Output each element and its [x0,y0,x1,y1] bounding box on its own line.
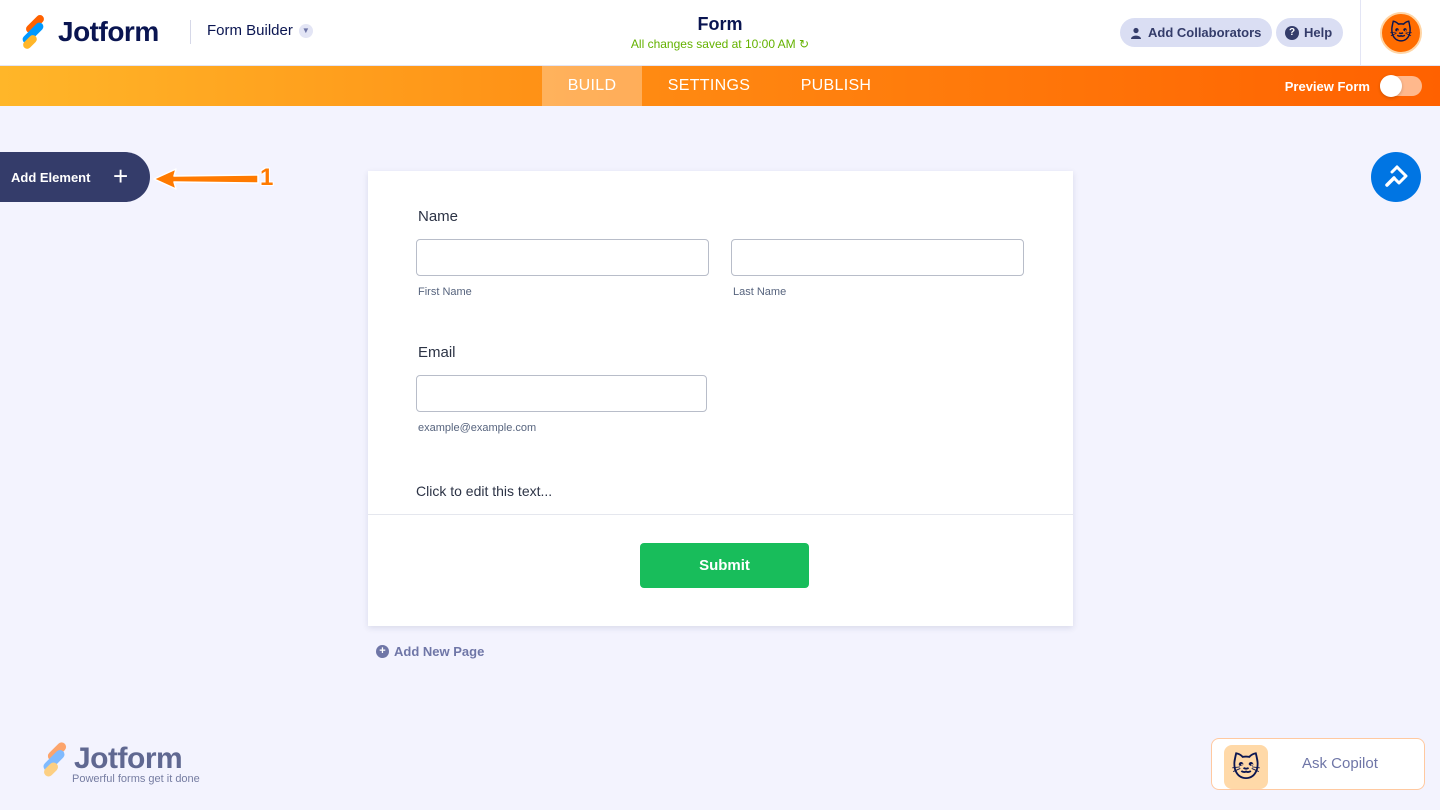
add-new-page-label: Add New Page [394,644,485,659]
add-collaborators-button[interactable]: Add Collaborators [1120,18,1273,47]
add-new-page-button[interactable]: + Add New Page [376,644,484,659]
jotform-logo-icon [18,13,48,51]
tab-publish[interactable]: PUBLISH [776,66,896,106]
copilot-cat-icon: 🐱 [1224,745,1268,789]
preview-form-label: Preview Form [1284,78,1370,94]
add-element-button[interactable]: Add Element + [0,152,150,202]
tab-settings[interactable]: SETTINGS [642,66,776,106]
ask-copilot-button[interactable]: 🐱 Ask Copilot [1211,738,1425,790]
jotform-logo-icon [38,740,70,779]
text-block[interactable]: Click to edit this text... [416,483,552,499]
header-separator [1360,0,1361,66]
question-icon: ? [1285,25,1299,40]
name-field-label[interactable]: Name [418,208,458,225]
annotation-arrow-icon [153,168,259,190]
first-name-input[interactable] [416,239,709,276]
form-designer-button[interactable] [1371,152,1421,202]
first-name-sublabel: First Name [418,286,472,298]
chevron-down-icon: ▼ [298,23,313,38]
preview-form-toggle[interactable] [1380,75,1422,97]
form-builder-dropdown[interactable]: Form Builder ▼ [207,22,313,39]
submit-button[interactable]: Submit [640,543,809,588]
refresh-icon: ↻ [799,37,810,51]
email-input[interactable] [416,375,707,412]
user-icon [1129,26,1143,40]
save-status-text: All changes saved at 10:00 AM [630,37,796,51]
help-button[interactable]: ? Help [1276,18,1344,47]
footer-brand: Jotform Powerful forms get it done [38,740,200,785]
last-name-input[interactable] [731,239,1024,276]
plus-icon: + [113,161,129,191]
top-header: Jotform Form Builder ▼ Form All changes … [0,0,1440,66]
form-builder-label: Form Builder [207,22,293,39]
email-field-label[interactable]: Email [418,344,456,361]
add-collaborators-label: Add Collaborators [1148,25,1262,40]
form-title[interactable]: Form [620,14,820,35]
plus-circle-icon: + [376,645,389,658]
add-element-label: Add Element [11,169,91,185]
avatar[interactable]: 🐱 [1380,12,1422,54]
email-sublabel: example@example.com [418,422,537,434]
builder-nav: BUILD SETTINGS PUBLISH Preview Form [0,66,1440,106]
help-label: Help [1304,25,1333,40]
tab-build[interactable]: BUILD [542,66,642,106]
cat-avatar-icon: 🐱 [1389,20,1413,45]
preview-form-control: Preview Form [1284,75,1422,97]
nav-tabs: BUILD SETTINGS PUBLISH [542,66,896,106]
brand-name: Jotform [58,16,159,47]
last-name-sublabel: Last Name [733,286,787,298]
jotform-logo[interactable]: Jotform [18,13,159,51]
save-status: All changes saved at 10:00 AM ↻ [560,37,880,51]
header-divider [190,20,191,44]
ask-copilot-label: Ask Copilot [1302,755,1378,772]
toggle-knob [1380,75,1402,97]
form-divider [368,514,1073,515]
footer-brand-name: Jotform [74,742,183,775]
form-canvas: Name First Name Last Name Email example@… [368,171,1073,626]
footer-tagline: Powerful forms get it done [72,773,200,785]
paint-roller-icon [1385,165,1408,187]
annotation-number: 1 [260,164,274,191]
